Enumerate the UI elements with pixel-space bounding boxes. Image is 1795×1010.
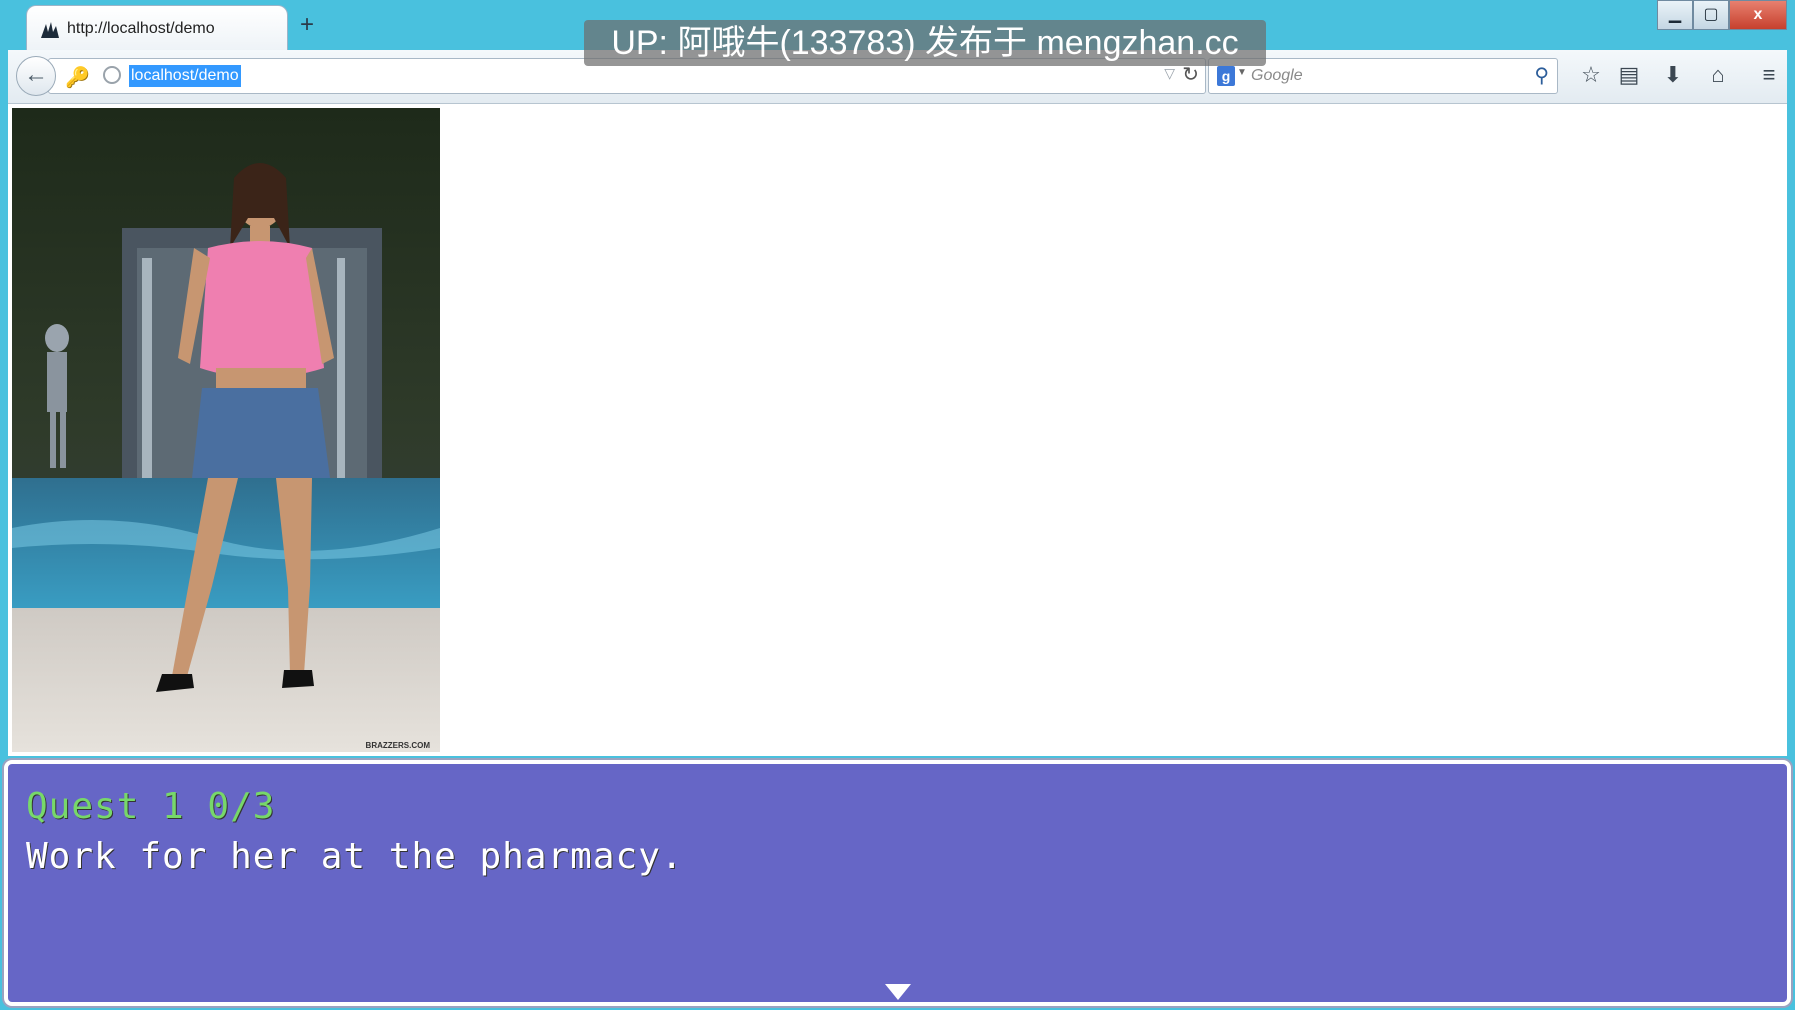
globe-icon [103,66,121,84]
bookmark-star-icon[interactable]: ☆ [1576,60,1606,90]
tab-active[interactable]: http://localhost/demo [26,5,288,51]
maximize-button[interactable]: ▢ [1693,0,1729,30]
search-icon[interactable]: ⚲ [1534,63,1549,88]
new-tab-button[interactable]: + [300,10,314,40]
reading-list-icon[interactable]: ▤ [1614,60,1644,90]
tab-title: http://localhost/demo [67,20,215,37]
minimize-button[interactable]: ▁ [1657,0,1693,30]
character-photo: BRAZZERS.COM [12,108,440,752]
quest-dialog-box[interactable]: Quest 1 0/3 Work for her at the pharmacy… [4,760,1791,1006]
image-watermark-label: BRAZZERS.COM [366,741,431,750]
continue-arrow-icon[interactable] [885,984,911,1000]
quest-description: Work for her at the pharmacy. [26,836,684,877]
url-input[interactable]: localhost/demo [129,65,241,87]
search-input[interactable]: Google [1251,67,1303,85]
browser-window: http://localhost/demo + ▁ ▢ x UP: 阿哦牛(13… [0,0,1795,1010]
menu-icon[interactable]: ≡ [1754,60,1784,90]
download-icon[interactable]: ⬇ [1658,60,1688,90]
quest-title: Quest 1 0/3 [26,786,276,827]
identity-key-icon[interactable]: 🔑 [65,65,90,90]
site-favicon-icon [41,22,59,38]
window-controls: ▁ ▢ x [1657,0,1787,32]
search-engine-icon[interactable]: g [1217,66,1235,86]
page-content: BRAZZERS.COM [8,104,1787,756]
home-icon[interactable]: ⌂ [1703,60,1733,90]
close-button[interactable]: x [1729,0,1787,30]
back-button[interactable]: ← [16,56,56,96]
url-dropdown-icon[interactable]: ▽ [1164,65,1175,82]
video-watermark: UP: 阿哦牛(133783) 发布于 mengzhan.cc [584,20,1266,66]
search-engine-caret-icon[interactable]: ▼ [1237,67,1247,78]
